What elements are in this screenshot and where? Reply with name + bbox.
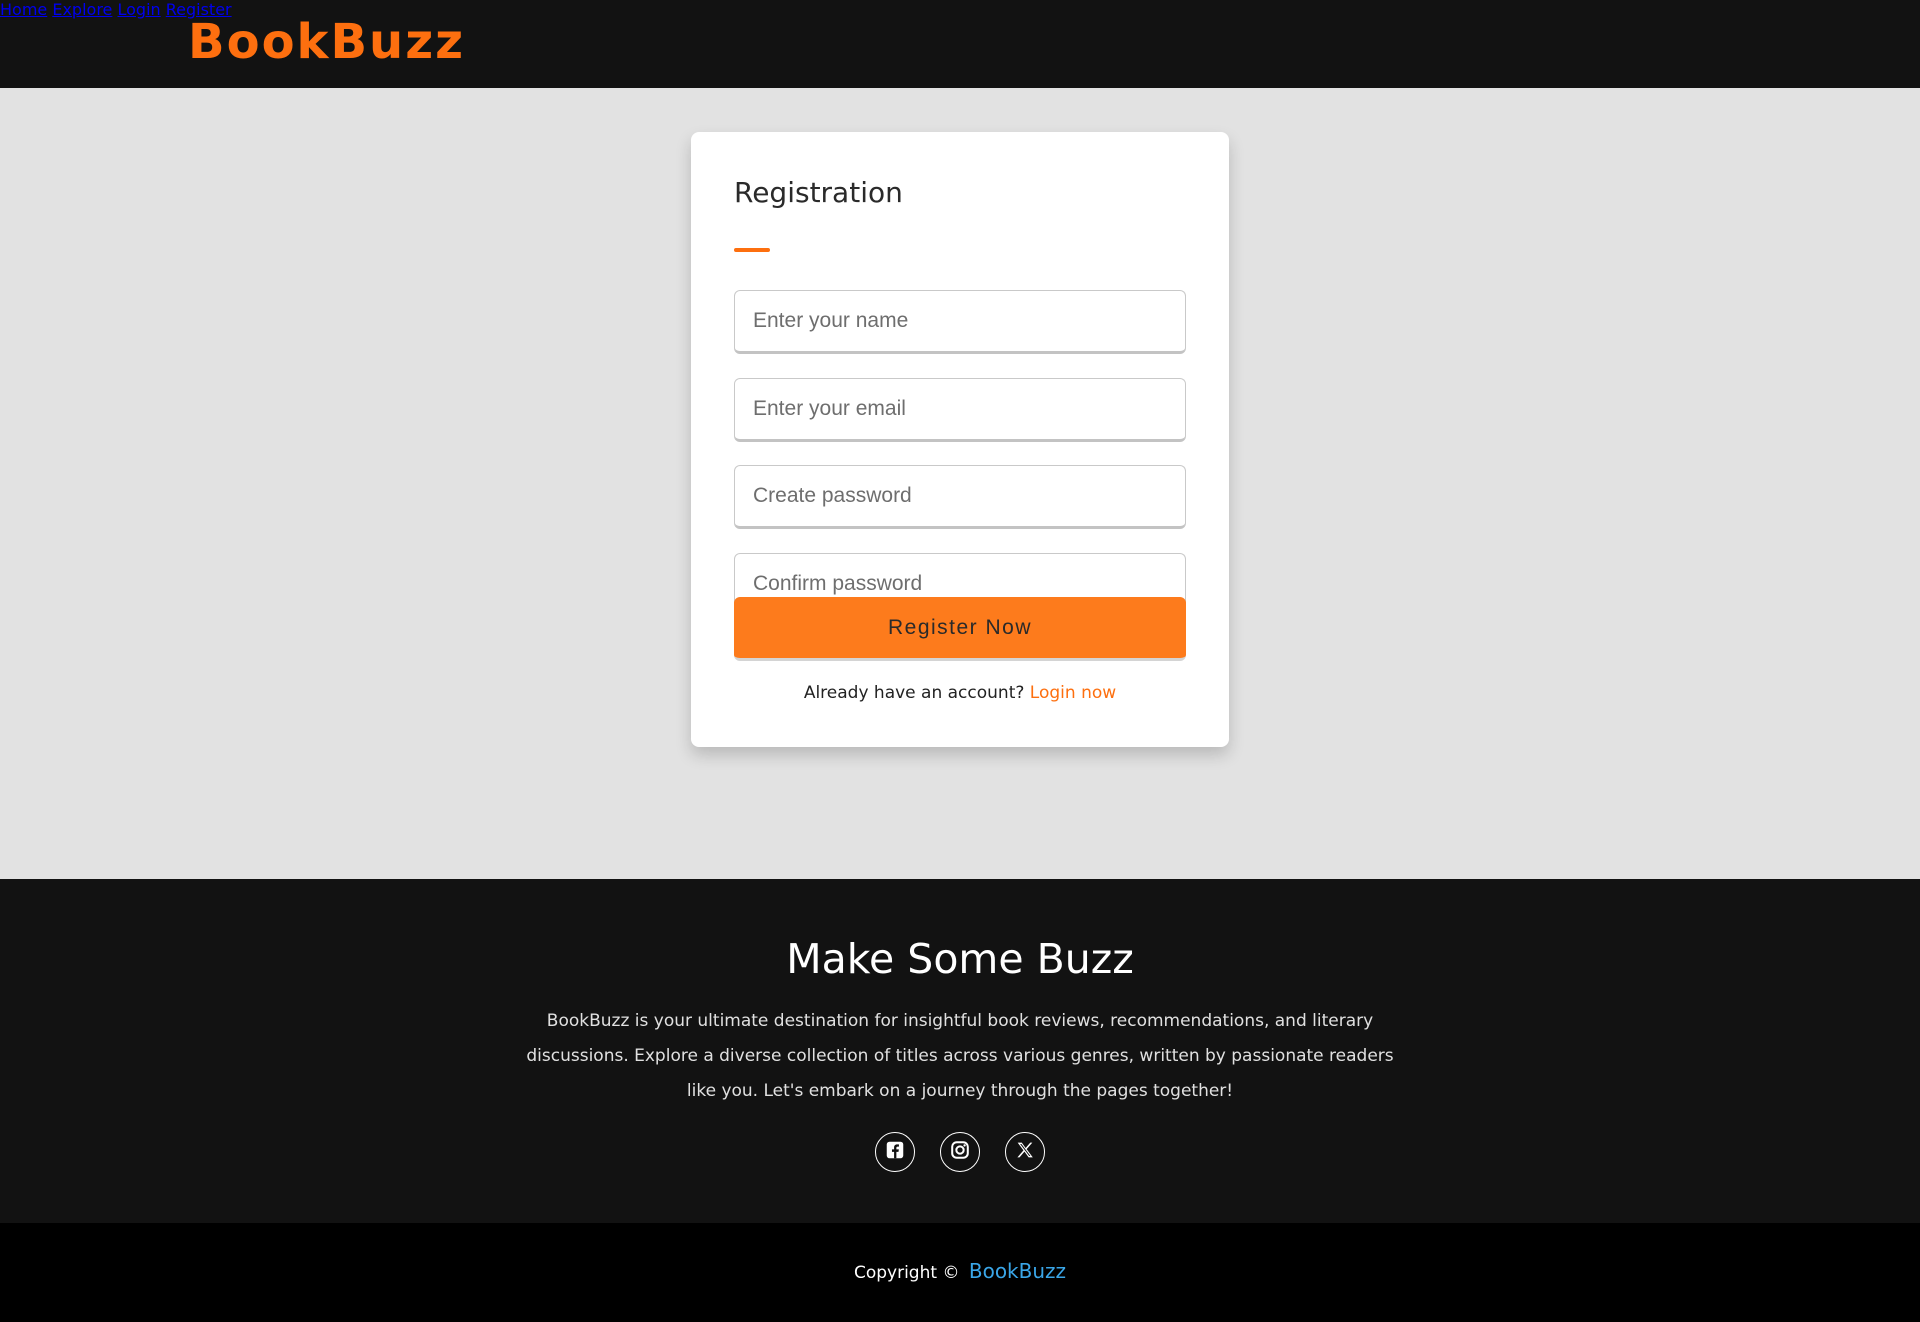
copyright-bar: Copyright © BookBuzz [0,1223,1920,1322]
name-input[interactable] [734,290,1186,354]
site-footer: Make Some Buzz BookBuzz is your ultimate… [0,879,1920,1223]
footer-description: BookBuzz is your ultimate destination fo… [526,1011,1394,1101]
nav-home[interactable]: Home [0,0,47,19]
x-twitter-link[interactable] [1005,1132,1045,1172]
main-content: Registration Register Now Already have a… [0,88,1920,879]
footer-title: Make Some Buzz [786,935,1134,983]
instagram-icon [949,1139,971,1165]
site-logo[interactable]: BookBuzz [188,14,465,70]
login-now-link[interactable]: Login now [1030,683,1116,703]
instagram-link[interactable] [940,1132,980,1172]
form-title: Registration [734,176,903,209]
social-links [0,1132,1920,1172]
already-text: Already have an account? [803,683,1025,703]
copyright-text: Copyright © [853,1263,960,1283]
register-button[interactable]: Register Now [734,597,1186,661]
nav-login[interactable]: Login [117,0,160,19]
password-input[interactable] [734,465,1186,529]
nav-explore[interactable]: Explore [52,0,112,19]
registration-card: Registration Register Now Already have a… [691,132,1229,747]
copyright: Copyright © BookBuzz [0,1259,1920,1283]
copyright-brand-link[interactable]: BookBuzz [969,1259,1066,1283]
login-prompt: Already have an account? Login now [691,683,1229,703]
email-input[interactable] [734,378,1186,442]
facebook-link[interactable] [875,1132,915,1172]
facebook-icon [884,1139,906,1165]
site-header: BookBuzz Home Explore Login Register [0,0,1920,88]
x-twitter-icon [1014,1139,1036,1165]
title-underline [734,248,770,252]
